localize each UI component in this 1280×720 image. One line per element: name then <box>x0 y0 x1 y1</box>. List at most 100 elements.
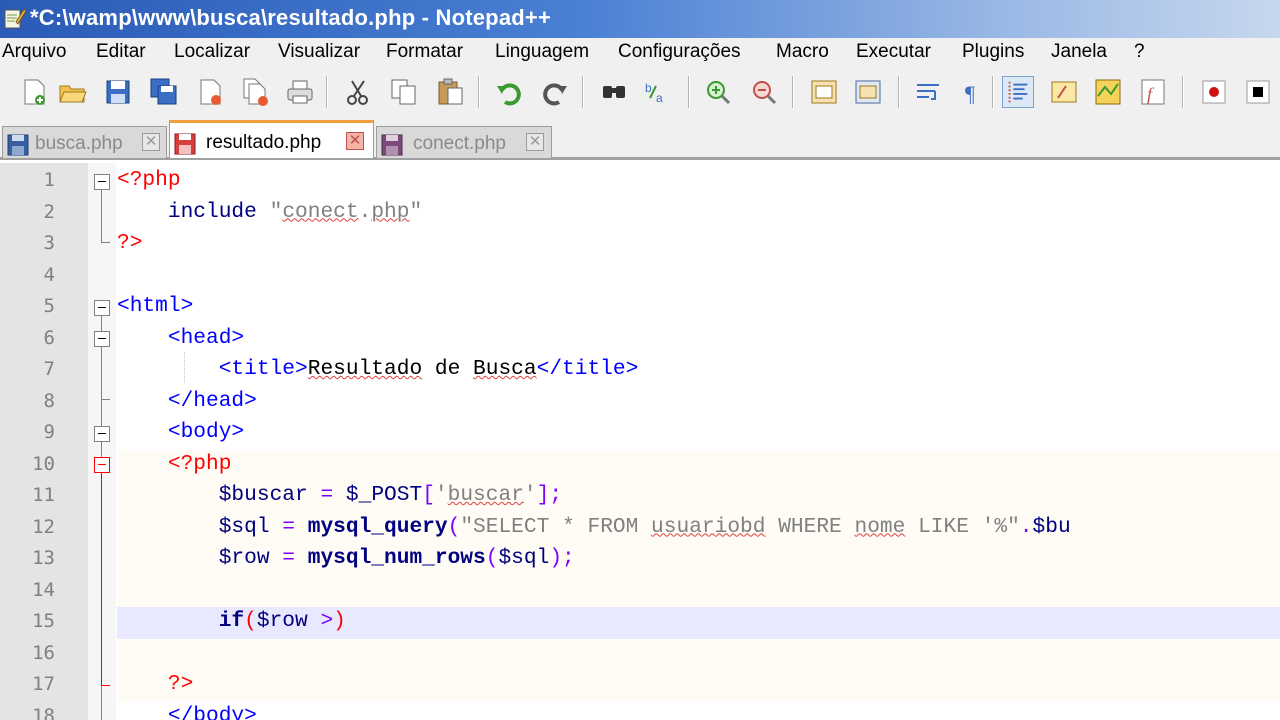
toolbar-separator <box>326 76 328 108</box>
code-text: <?php <box>117 168 181 192</box>
show-all-chars-icon[interactable]: ¶ <box>956 76 988 108</box>
tab-close-icon[interactable]: ✕ <box>346 132 364 150</box>
code-line-16[interactable]: 16 <box>0 638 1280 670</box>
close-all-icon[interactable] <box>240 76 272 108</box>
doc-map-icon[interactable] <box>1092 76 1124 108</box>
code-text: <title>Resultado de Busca</title> <box>218 357 639 381</box>
code-line-18[interactable]: 18 </body> <box>0 702 1280 720</box>
menu-help[interactable]: ? <box>1134 41 1145 63</box>
menu-editar[interactable]: Editar <box>96 41 146 63</box>
code-text: $buscar = $_POST['buscar']; <box>218 483 563 507</box>
word-wrap-icon[interactable] <box>912 76 944 108</box>
line-number: 9 <box>43 421 55 443</box>
new-file-icon[interactable] <box>18 76 50 108</box>
find-icon[interactable] <box>598 76 630 108</box>
code-text: <head> <box>167 325 245 350</box>
code-line-15-current[interactable]: 15 if($row >) <box>0 607 1280 639</box>
close-icon[interactable] <box>194 76 226 108</box>
tab-bar: busca.php ✕ resultado.php ✕ conect.php ✕ <box>0 118 1280 160</box>
code-line-9[interactable]: 9 <body> <box>0 418 1280 450</box>
line-number: 16 <box>32 641 55 664</box>
tab-conect-php[interactable]: conect.php ✕ <box>376 126 552 158</box>
sync-h-icon[interactable] <box>852 76 884 108</box>
code-line-13[interactable]: 13 $row = mysql_num_rows($sql); <box>0 544 1280 576</box>
function-list-icon[interactable]: f <box>1138 76 1170 108</box>
record-macro-icon[interactable] <box>1198 76 1230 108</box>
menu-executar[interactable]: Executar <box>856 41 931 63</box>
code-line-8[interactable]: 8 </head> <box>0 387 1280 419</box>
code-text: <html> <box>117 294 194 318</box>
code-line-1[interactable]: 1 <?php <box>0 166 1280 198</box>
menu-arquivo[interactable]: Arquivo <box>2 41 66 63</box>
svg-text:a: a <box>656 91 663 105</box>
tab-close-icon[interactable]: ✕ <box>142 133 160 151</box>
replace-icon[interactable]: ba <box>642 76 674 108</box>
code-text: <body> <box>167 420 245 444</box>
menu-plugins[interactable]: Plugins <box>962 41 1024 63</box>
tab-busca-php[interactable]: busca.php ✕ <box>2 126 167 158</box>
code-text: if($row >) <box>218 609 346 633</box>
save-all-icon[interactable] <box>148 76 180 108</box>
redo-icon[interactable] <box>538 76 570 108</box>
code-line-11[interactable]: 11 $buscar = $_POST['buscar']; <box>0 481 1280 513</box>
line-number: 4 <box>43 263 55 286</box>
code-text: </head> <box>167 388 257 413</box>
zoom-in-icon[interactable] <box>702 76 734 108</box>
zoom-out-icon[interactable] <box>748 76 780 108</box>
toolbar-separator <box>478 76 480 108</box>
line-number: 17 <box>32 673 55 695</box>
code-text: ?> <box>117 231 143 255</box>
line-number: 12 <box>32 515 55 538</box>
menu-formatar[interactable]: Formatar <box>386 41 463 63</box>
paste-icon[interactable] <box>434 76 466 108</box>
code-line-5[interactable]: 5 <html> <box>0 292 1280 324</box>
undo-icon[interactable] <box>494 76 526 108</box>
user-lang-icon[interactable] <box>1048 76 1080 108</box>
file-saved-icon <box>381 134 403 156</box>
code-text: $sql = mysql_query("SELECT * FROM usuari… <box>218 514 1071 539</box>
line-number: 11 <box>32 484 55 506</box>
toolbar-separator <box>992 76 994 108</box>
code-line-7[interactable]: 7 <title>Resultado de Busca</title> <box>0 355 1280 387</box>
code-line-12[interactable]: 12 $sql = mysql_query("SELECT * FROM usu… <box>0 512 1280 544</box>
toolbar-separator <box>688 76 690 108</box>
php-block-background <box>117 449 1280 481</box>
code-text: ?> <box>167 672 194 696</box>
line-number: 6 <box>43 326 55 349</box>
indent-guide-icon[interactable] <box>1002 76 1034 108</box>
php-block-background <box>117 670 1280 702</box>
php-block-background <box>117 638 1280 670</box>
save-icon[interactable] <box>102 76 134 108</box>
code-text: <?php <box>167 451 232 476</box>
menu-linguagem[interactable]: Linguagem <box>495 41 589 63</box>
code-line-17[interactable]: 17 ?> <box>0 670 1280 702</box>
code-line-4[interactable]: 4 <box>0 261 1280 293</box>
copy-icon[interactable] <box>388 76 420 108</box>
menu-configuracoes[interactable]: Configurações <box>618 41 741 63</box>
menu-macro[interactable]: Macro <box>776 41 829 63</box>
print-icon[interactable] <box>284 76 316 108</box>
stop-record-icon[interactable] <box>1242 76 1274 108</box>
menu-localizar[interactable]: Localizar <box>174 41 250 63</box>
tab-close-icon[interactable]: ✕ <box>526 133 544 151</box>
tab-label: resultado.php <box>206 132 322 153</box>
code-line-2[interactable]: 2 include "conect.php" <box>0 198 1280 230</box>
code-line-10[interactable]: 10 <?php <box>0 449 1280 481</box>
window-title: *C:\wamp\www\busca\resultado.php - Notep… <box>30 5 551 30</box>
svg-text:b: b <box>645 81 652 95</box>
toolbar: ba ¶ f <box>0 68 1280 119</box>
line-number: 8 <box>43 389 55 412</box>
code-line-3[interactable]: 3 ?> <box>0 229 1280 261</box>
cut-icon[interactable] <box>342 76 374 108</box>
line-number: 2 <box>43 200 55 223</box>
svg-text:¶: ¶ <box>965 81 975 106</box>
sync-v-icon[interactable] <box>808 76 840 108</box>
code-line-6[interactable]: 6 <head> <box>0 324 1280 356</box>
code-editor[interactable]: 1 <?php 2 include "conect.php" 3 ?> 4 5 … <box>0 163 1280 720</box>
open-folder-icon[interactable] <box>56 76 88 108</box>
menu-visualizar[interactable]: Visualizar <box>278 41 360 63</box>
code-line-14[interactable]: 14 <box>0 575 1280 607</box>
menu-janela[interactable]: Janela <box>1051 41 1107 63</box>
tab-resultado-php[interactable]: resultado.php ✕ <box>169 120 374 158</box>
line-number: 18 <box>32 704 55 720</box>
